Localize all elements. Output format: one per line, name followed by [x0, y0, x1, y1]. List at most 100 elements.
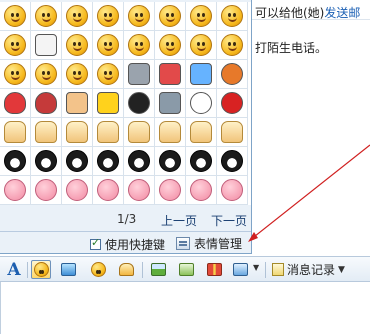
emoticon-cell[interactable] — [31, 2, 62, 31]
emoticon-cell[interactable] — [186, 60, 217, 89]
emoticon-cell[interactable] — [186, 176, 217, 205]
magic-emoticon-button[interactable] — [58, 260, 78, 279]
emoticon-cell[interactable] — [93, 176, 124, 205]
screenshot-button[interactable] — [230, 260, 250, 279]
emoticon-cell[interactable] — [62, 89, 93, 118]
emoticon-cell[interactable] — [217, 176, 248, 205]
emoticon-cell[interactable] — [124, 89, 155, 118]
emoticon-cell[interactable] — [93, 147, 124, 176]
smile-face-icon — [4, 5, 26, 27]
send-email-link[interactable]: 发送邮 — [324, 6, 360, 20]
gift-button[interactable] — [204, 260, 224, 279]
emoticon-cell[interactable] — [0, 176, 31, 205]
font-button[interactable]: A — [4, 260, 24, 280]
skull-icon — [35, 34, 57, 56]
music-button[interactable] — [176, 260, 196, 279]
squint-face-icon — [190, 5, 212, 27]
emoticon-cell[interactable] — [93, 118, 124, 147]
message-history-button[interactable]: 消息记录 ▼ — [272, 261, 345, 278]
pig-face-icon — [159, 179, 181, 201]
emoticon-cell[interactable] — [155, 60, 186, 89]
emoticon-cell[interactable] — [31, 147, 62, 176]
emoticon-cell[interactable] — [0, 2, 31, 31]
emoticon-cell[interactable] — [155, 2, 186, 31]
history-dropdown-icon[interactable]: ▼ — [338, 265, 345, 275]
emoticon-cell[interactable] — [155, 147, 186, 176]
emoticon-cell[interactable] — [93, 2, 124, 31]
emoticon-cell[interactable] — [62, 176, 93, 205]
info-line-phone: 打陌生电话。 — [255, 41, 328, 55]
checkbox-checked-icon[interactable] — [90, 236, 101, 250]
rock-hand-icon — [159, 121, 181, 143]
emoticon-cell[interactable] — [217, 147, 248, 176]
basketball-icon — [221, 63, 243, 85]
emoticon-cell[interactable] — [62, 118, 93, 147]
emoticon-cell[interactable] — [186, 147, 217, 176]
victory-hand-icon — [35, 121, 57, 143]
hug-icon — [4, 121, 26, 143]
emoticon-cell[interactable] — [124, 147, 155, 176]
emoticon-cell[interactable] — [186, 118, 217, 147]
emoticon-cell[interactable] — [31, 118, 62, 147]
ok-hand-icon — [221, 121, 243, 143]
emoticon-cell[interactable] — [93, 89, 124, 118]
emoticon-cell[interactable] — [155, 31, 186, 60]
emoticon-cell[interactable] — [62, 147, 93, 176]
qq-penguin-icon — [190, 150, 212, 172]
emoticon-cell[interactable] — [31, 60, 62, 89]
manage-emoticons-button[interactable]: 表情管理 — [176, 235, 242, 252]
emoticon-cell[interactable] — [124, 176, 155, 205]
emoticon-cell[interactable] — [0, 147, 31, 176]
emoticon-cell[interactable] — [62, 2, 93, 31]
emoticon-cell[interactable] — [0, 31, 31, 60]
nudge-button[interactable] — [116, 260, 136, 279]
emoticon-cell[interactable] — [217, 2, 248, 31]
emoticon-cell[interactable] — [217, 31, 248, 60]
emoticon-cell[interactable] — [124, 118, 155, 147]
prev-page-link[interactable]: 上一页 — [161, 212, 197, 229]
use-shortcut-label: 使用快捷键 — [105, 238, 166, 252]
mouth — [104, 16, 113, 22]
emoticon-cell[interactable] — [155, 89, 186, 118]
emoticon-cell[interactable] — [0, 60, 31, 89]
emoticon-cell[interactable] — [186, 31, 217, 60]
emoticon-button[interactable] — [31, 260, 51, 279]
emoticon-cell[interactable] — [124, 2, 155, 31]
mouth — [42, 16, 51, 22]
emoticon-cell[interactable] — [217, 89, 248, 118]
emoticon-cell[interactable] — [217, 60, 248, 89]
emoticon-cell[interactable] — [124, 31, 155, 60]
emoticon-cell[interactable] — [186, 89, 217, 118]
smiley-icon — [33, 262, 49, 277]
emoticon-cell[interactable] — [93, 31, 124, 60]
wobble-button[interactable] — [88, 260, 108, 279]
emoticon-cell[interactable] — [31, 176, 62, 205]
mouth — [11, 16, 20, 22]
emoticon-cell[interactable] — [0, 89, 31, 118]
emoticon-cell[interactable] — [186, 2, 217, 31]
message-history-label: 消息记录 — [287, 263, 336, 277]
emoticon-cell[interactable] — [217, 118, 248, 147]
mouth — [73, 45, 82, 51]
music-icon — [178, 263, 194, 276]
toolbar-separator — [265, 262, 266, 278]
info-line-email: 可以给他(她)发送邮 — [255, 4, 360, 21]
use-shortcut-checkbox[interactable]: 使用快捷键 — [90, 236, 165, 253]
next-page-link[interactable]: 下一页 — [211, 212, 247, 229]
emoticon-cell[interactable] — [0, 118, 31, 147]
emoticon-cell[interactable] — [62, 31, 93, 60]
toolbar-separator — [27, 262, 28, 278]
emoticon-cell[interactable] — [31, 89, 62, 118]
emoticon-cell[interactable] — [155, 176, 186, 205]
emoticon-cell[interactable] — [31, 31, 62, 60]
mouth — [11, 74, 20, 80]
emoticon-cell[interactable] — [124, 60, 155, 89]
emoticon-cell[interactable] — [155, 118, 186, 147]
message-input-area[interactable] — [0, 282, 370, 334]
qq-penguin-icon — [66, 150, 88, 172]
send-image-button[interactable] — [148, 260, 168, 279]
emoticon-cell[interactable] — [62, 60, 93, 89]
screenshot-dropdown-icon[interactable]: ▼ — [253, 263, 259, 272]
mouth — [166, 45, 175, 51]
emoticon-cell[interactable] — [93, 60, 124, 89]
